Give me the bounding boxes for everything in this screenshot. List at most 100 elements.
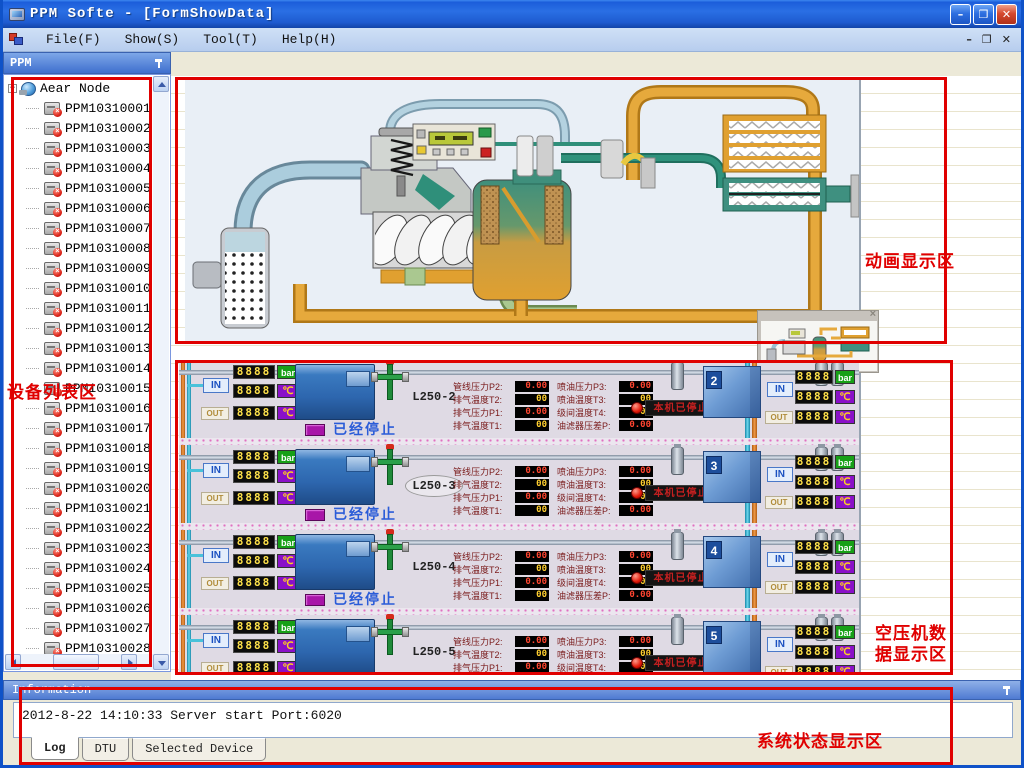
device-icon: ×	[44, 142, 60, 155]
tab-selected-device[interactable]: Selected Device	[132, 738, 266, 761]
valve-icon	[377, 360, 403, 402]
tree-device-item[interactable]: × PPM10310023	[8, 538, 170, 558]
valve-icon	[377, 445, 403, 487]
device-icon: ×	[44, 162, 60, 175]
metric-label: 管线压力P2:	[453, 635, 515, 648]
tree-connector	[26, 628, 39, 629]
restore-button[interactable]: ❐	[973, 4, 994, 25]
offline-badge-icon: ×	[53, 228, 62, 237]
minimize-button[interactable]: –	[950, 4, 971, 25]
menu-item[interactable]: Show(S)	[113, 29, 192, 50]
child-restore-button[interactable]: ❐	[982, 33, 992, 46]
tree-device-item[interactable]: × PPM10310027	[8, 618, 170, 638]
log-view[interactable]: 2012-8-22 14:10:33 Server start Port:602…	[13, 702, 1013, 738]
tree-device-item[interactable]: × PPM10310002	[8, 118, 170, 138]
device-label: PPM10310016	[65, 401, 151, 416]
window-title: PPM Softe - [FormShowData]	[30, 6, 274, 22]
tree-device-item[interactable]: × PPM10310019	[8, 458, 170, 478]
tree-device-item[interactable]: × PPM10310004	[8, 158, 170, 178]
tree-connector	[26, 388, 39, 389]
tree-device-item[interactable]: × PPM10310021	[8, 498, 170, 518]
scroll-left-button[interactable]	[5, 654, 21, 670]
close-button[interactable]: ✕	[996, 4, 1017, 25]
tree-device-item[interactable]: × PPM10310017	[8, 418, 170, 438]
scroll-right-button[interactable]	[121, 654, 137, 670]
temp-display: 8888	[233, 406, 275, 420]
tree-device-item[interactable]: × PPM10310026	[8, 598, 170, 618]
pin-icon[interactable]	[1001, 685, 1012, 696]
pin-icon[interactable]	[153, 58, 164, 69]
device-label: PPM10310009	[65, 261, 151, 276]
device-icon: ×	[44, 442, 60, 455]
tree-device-item[interactable]: × PPM10310020	[8, 478, 170, 498]
tree-device-item[interactable]: × PPM10310007	[8, 218, 170, 238]
title-bar[interactable]: PPM Softe - [FormShowData] – ❐ ✕	[3, 0, 1021, 28]
tree-device-item[interactable]: × PPM10310012	[8, 318, 170, 338]
pressure-display: 8888	[233, 365, 275, 379]
mdi-child-icon[interactable]	[9, 33, 24, 46]
tree-dock-header[interactable]: PPM	[3, 52, 171, 74]
metric-label: 级间温度T4:	[557, 491, 619, 504]
metric-value: 00	[515, 420, 549, 431]
tree-device-item[interactable]: × PPM10310014	[8, 358, 170, 378]
device-label: PPM10310017	[65, 421, 151, 436]
tree-device-item[interactable]: × PPM10310016	[8, 398, 170, 418]
tree-device-item[interactable]: × PPM10310024	[8, 558, 170, 578]
device-icon: ×	[44, 562, 60, 575]
information-header[interactable]: Information	[3, 680, 1021, 700]
tree-device-item[interactable]: × PPM10310001	[8, 98, 170, 118]
tree-vertical-scrollbar[interactable]	[153, 76, 169, 670]
tab-dtu[interactable]: DTU	[82, 738, 130, 761]
tree-device-item[interactable]: × PPM10310010	[8, 278, 170, 298]
metric-value: 0.00	[515, 636, 549, 647]
celsius-unit-label: ℃	[835, 410, 855, 424]
device-label: PPM10310002	[65, 121, 151, 136]
child-close-button[interactable]: ✕	[1002, 33, 1011, 46]
status-led-icon	[305, 594, 325, 606]
tree-device-item[interactable]: × PPM10310018	[8, 438, 170, 458]
thumbnail-close-icon[interactable]	[758, 311, 878, 321]
tree-root-node[interactable]: − Aear Node	[8, 79, 170, 98]
dryer-number: 3	[706, 456, 722, 474]
metric-label: 管线压力P2:	[453, 550, 515, 563]
tree-connector	[26, 468, 39, 469]
menu-item[interactable]: Help(H)	[270, 29, 349, 50]
metric-label: 排气压力P1:	[453, 661, 515, 674]
line-filter-icon	[671, 532, 684, 560]
menu-item[interactable]: File(F)	[34, 29, 113, 50]
log-line: 2012-8-22 14:10:33 Server start Port:602…	[22, 708, 342, 723]
panel-edge-line	[859, 80, 861, 675]
offline-badge-icon: ×	[53, 628, 62, 637]
device-label: PPM10310010	[65, 281, 151, 296]
tree-device-item[interactable]: × PPM10310003	[8, 138, 170, 158]
offline-badge-icon: ×	[53, 348, 62, 357]
in-label: IN	[203, 378, 229, 393]
pressure-display: 8888	[795, 455, 833, 469]
tree-device-item[interactable]: × PPM10310015	[8, 378, 170, 398]
tree-connector	[26, 128, 39, 129]
temp-display: 8888	[795, 495, 833, 509]
tree-device-item[interactable]: × PPM10310022	[8, 518, 170, 538]
tree-device-item[interactable]: × PPM10310011	[8, 298, 170, 318]
tree-device-item[interactable]: × PPM10310009	[8, 258, 170, 278]
scroll-up-button[interactable]	[153, 76, 169, 92]
tree-connector	[26, 608, 39, 609]
tree-device-item[interactable]: × PPM10310005	[8, 178, 170, 198]
scroll-thumb[interactable]	[53, 654, 99, 670]
tab-log[interactable]: Log	[31, 737, 79, 760]
tree-device-item[interactable]: × PPM10310013	[8, 338, 170, 358]
bar-unit-label: bar	[835, 370, 855, 384]
menu-item[interactable]: Tool(T)	[191, 29, 270, 50]
tree-device-item[interactable]: × PPM10310008	[8, 238, 170, 258]
tree-connector	[26, 548, 39, 549]
expander-icon[interactable]: −	[8, 84, 17, 93]
scroll-down-button[interactable]	[153, 654, 169, 670]
device-icon: ×	[44, 102, 60, 115]
out-label: OUT	[765, 581, 793, 594]
metric-value: 0.00	[619, 551, 653, 562]
status-text: 已经停止	[333, 589, 397, 609]
child-minimize-button[interactable]: –	[966, 33, 972, 46]
tree-device-item[interactable]: × PPM10310006	[8, 198, 170, 218]
tree-device-item[interactable]: × PPM10310025	[8, 578, 170, 598]
tree-horizontal-scrollbar[interactable]	[5, 654, 153, 670]
